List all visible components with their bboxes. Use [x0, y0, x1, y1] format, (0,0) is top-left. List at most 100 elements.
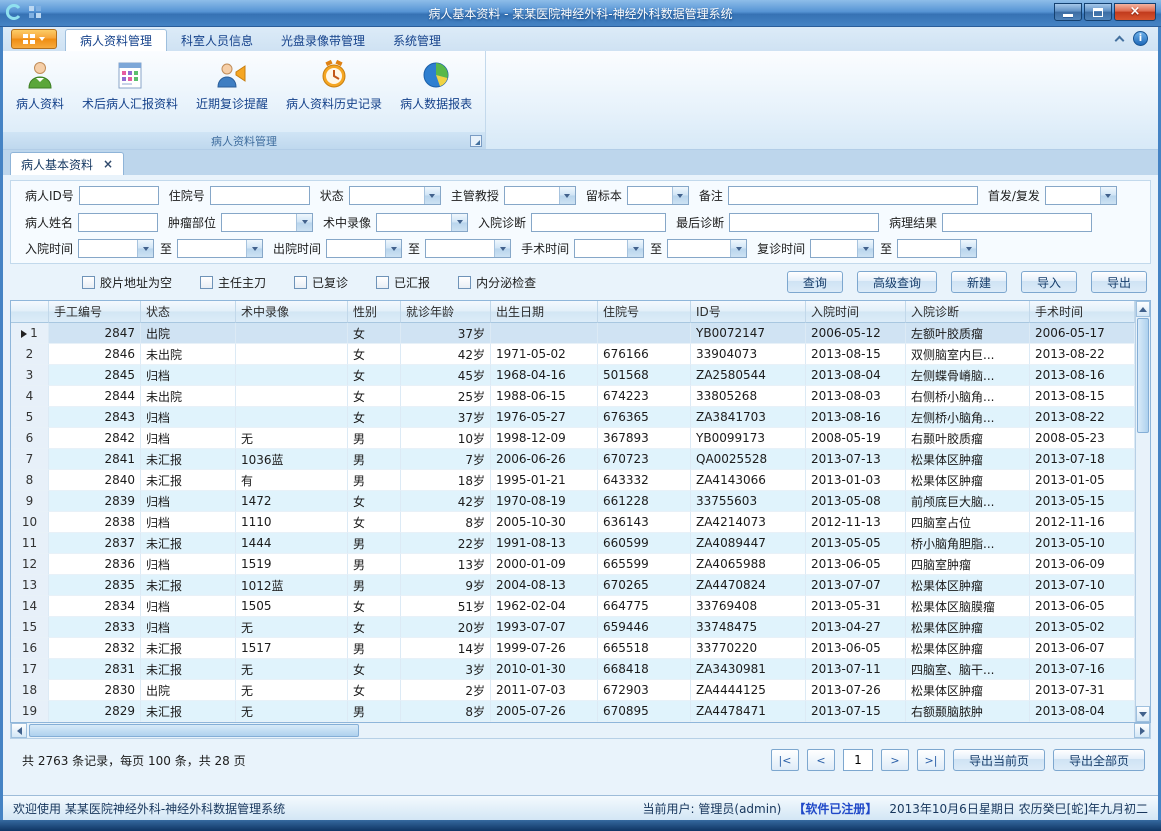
checkbox-followed-up[interactable]: 已复诊 [294, 274, 348, 291]
checkbox-endocrine-exam[interactable]: 内分泌检查 [458, 274, 536, 291]
dropdown-arrow-icon[interactable] [424, 187, 440, 204]
remarks-input[interactable] [728, 186, 978, 205]
table-row[interactable]: 142834归档1505女51岁1962-02-0466477533769408… [11, 596, 1135, 617]
pathology-result-input[interactable] [942, 213, 1092, 232]
admission-date-to-select[interactable] [177, 239, 263, 258]
table-row[interactable]: 102838归档1110女8岁2005-10-30636143ZA4214073… [11, 512, 1135, 533]
registration-status[interactable]: 【软件已注册】 [793, 800, 877, 817]
first-page-button[interactable]: |< [771, 749, 799, 771]
help-icon[interactable]: i [1133, 31, 1148, 46]
tab-patient-basic-info[interactable]: 病人基本资料 × [10, 152, 124, 175]
table-row[interactable]: 152833归档无女20岁1993-07-0765944633748475201… [11, 617, 1135, 638]
history-record-button[interactable]: 病人资料历史记录 [277, 54, 391, 114]
vertical-scroll-thumb[interactable] [1137, 318, 1149, 433]
ribbon-tab-system-management[interactable]: 系统管理 [379, 29, 455, 51]
table-row[interactable]: 162832未汇报1517男14岁1999-07-266655183377022… [11, 638, 1135, 659]
first-recurrence-select[interactable] [1045, 186, 1117, 205]
patient-record-button[interactable]: 病人资料 [7, 54, 73, 114]
table-row[interactable]: 92839归档1472女42岁1970-08-19661228337556032… [11, 491, 1135, 512]
close-tab-icon[interactable]: × [103, 157, 113, 171]
table-row[interactable]: 52843归档女37岁1976-05-27676365ZA38417032013… [11, 407, 1135, 428]
dropdown-arrow-icon[interactable] [857, 240, 873, 257]
ribbon-tab-disc-tape-management[interactable]: 光盘录像带管理 [267, 29, 379, 51]
table-row[interactable]: 132835未汇报1012蓝男9岁2004-08-13670265ZA44708… [11, 575, 1135, 596]
advanced-query-button[interactable]: 高级查询 [857, 271, 937, 293]
table-row[interactable]: 192829未汇报无男8岁2005-07-26670895ZA447847120… [11, 701, 1135, 722]
table-row[interactable]: 32845归档女45岁1968-04-16501568ZA25805442013… [11, 365, 1135, 386]
admission-date-from-select[interactable] [78, 239, 154, 258]
dropdown-arrow-icon[interactable] [246, 240, 262, 257]
dropdown-arrow-icon[interactable] [730, 240, 746, 257]
column-header[interactable]: 出生日期 [491, 301, 598, 323]
table-row[interactable]: 42844未出院女25岁1988-06-15674223338052682013… [11, 386, 1135, 407]
table-row[interactable]: 172831未汇报无女3岁2010-01-30668418ZA343098120… [11, 659, 1135, 680]
column-header[interactable]: 手术时间 [1030, 301, 1135, 323]
next-page-button[interactable]: > [881, 749, 909, 771]
table-row[interactable]: 62842归档无男10岁1998-12-09367893YB0099173200… [11, 428, 1135, 449]
surgery-video-select[interactable] [376, 213, 468, 232]
checkbox-reported[interactable]: 已汇报 [376, 274, 430, 291]
horizontal-scrollbar[interactable] [10, 723, 1151, 739]
dropdown-arrow-icon[interactable] [385, 240, 401, 257]
table-row[interactable]: 12847出院女37岁YB00721472006-05-12左额叶胶质瘤2006… [11, 323, 1135, 344]
prev-page-button[interactable]: < [807, 749, 835, 771]
dropdown-arrow-icon[interactable] [672, 187, 688, 204]
page-number-input[interactable] [843, 749, 873, 771]
table-row[interactable]: 112837未汇报1444男22岁1991-08-13660599ZA40894… [11, 533, 1135, 554]
status-select[interactable] [349, 186, 441, 205]
dropdown-arrow-icon[interactable] [451, 214, 467, 231]
ribbon-tab-patient-management[interactable]: 病人资料管理 [65, 29, 167, 51]
followup-reminder-button[interactable]: 近期复诊提醒 [187, 54, 277, 114]
horizontal-scroll-thumb[interactable] [29, 724, 359, 737]
export-all-pages-button[interactable]: 导出全部页 [1053, 749, 1145, 771]
dialog-launcher-icon[interactable] [470, 135, 482, 147]
discharge-date-to-select[interactable] [425, 239, 511, 258]
tumor-site-select[interactable] [221, 213, 313, 232]
column-header[interactable]: 性别 [348, 301, 401, 323]
column-header[interactable]: 就诊年龄 [401, 301, 491, 323]
surgery-date-from-select[interactable] [574, 239, 644, 258]
scroll-left-button[interactable] [11, 723, 27, 738]
dropdown-arrow-icon[interactable] [1100, 187, 1116, 204]
table-row[interactable]: 72841未汇报1036蓝男7岁2006-06-26670723QA002552… [11, 449, 1135, 470]
final-diagnosis-input[interactable] [729, 213, 879, 232]
supervising-professor-select[interactable] [504, 186, 576, 205]
import-button[interactable]: 导入 [1021, 271, 1077, 293]
patient-id-input[interactable] [79, 186, 159, 205]
dropdown-arrow-icon[interactable] [627, 240, 643, 257]
column-header[interactable]: 入院时间 [806, 301, 906, 323]
ribbon-tab-department-staff[interactable]: 科室人员信息 [167, 29, 267, 51]
table-row[interactable]: 122836归档1519男13岁2000-01-09665599ZA406598… [11, 554, 1135, 575]
specimen-select[interactable] [627, 186, 689, 205]
query-button[interactable]: 查询 [787, 271, 843, 293]
followup-date-from-select[interactable] [810, 239, 874, 258]
column-header[interactable]: ID号 [691, 301, 806, 323]
last-page-button[interactable]: >| [917, 749, 945, 771]
export-button[interactable]: 导出 [1091, 271, 1147, 293]
collapse-ribbon-icon[interactable] [1115, 35, 1125, 45]
column-header[interactable]: 住院号 [598, 301, 691, 323]
scroll-right-button[interactable] [1134, 723, 1150, 738]
table-row[interactable]: 182830出院无女2岁2011-07-03672903ZA4444125201… [11, 680, 1135, 701]
admission-number-input[interactable] [210, 186, 310, 205]
data-report-button[interactable]: 病人数据报表 [391, 54, 481, 114]
dropdown-arrow-icon[interactable] [137, 240, 153, 257]
export-current-page-button[interactable]: 导出当前页 [953, 749, 1045, 771]
close-button[interactable]: × [1114, 3, 1156, 21]
scroll-down-button[interactable] [1136, 706, 1150, 722]
column-header[interactable]: 入院诊断 [906, 301, 1030, 323]
vertical-scroll-track[interactable] [1136, 434, 1150, 706]
followup-date-to-select[interactable] [897, 239, 977, 258]
minimize-button[interactable] [1054, 3, 1082, 21]
dropdown-arrow-icon[interactable] [559, 187, 575, 204]
dropdown-arrow-icon[interactable] [296, 214, 312, 231]
checkbox-chief-surgeon[interactable]: 主任主刀 [200, 274, 266, 291]
postop-report-button[interactable]: 术后病人汇报资料 [73, 54, 187, 114]
app-menu-button[interactable] [11, 29, 57, 49]
horizontal-scroll-track[interactable] [361, 723, 1134, 738]
patient-name-input[interactable] [78, 213, 158, 232]
table-row[interactable]: 82840未汇报有男18岁1995-01-21643332ZA414306620… [11, 470, 1135, 491]
dropdown-arrow-icon[interactable] [960, 240, 976, 257]
checkbox-film-address-empty[interactable]: 胶片地址为空 [82, 274, 172, 291]
vertical-scrollbar[interactable] [1135, 301, 1150, 722]
